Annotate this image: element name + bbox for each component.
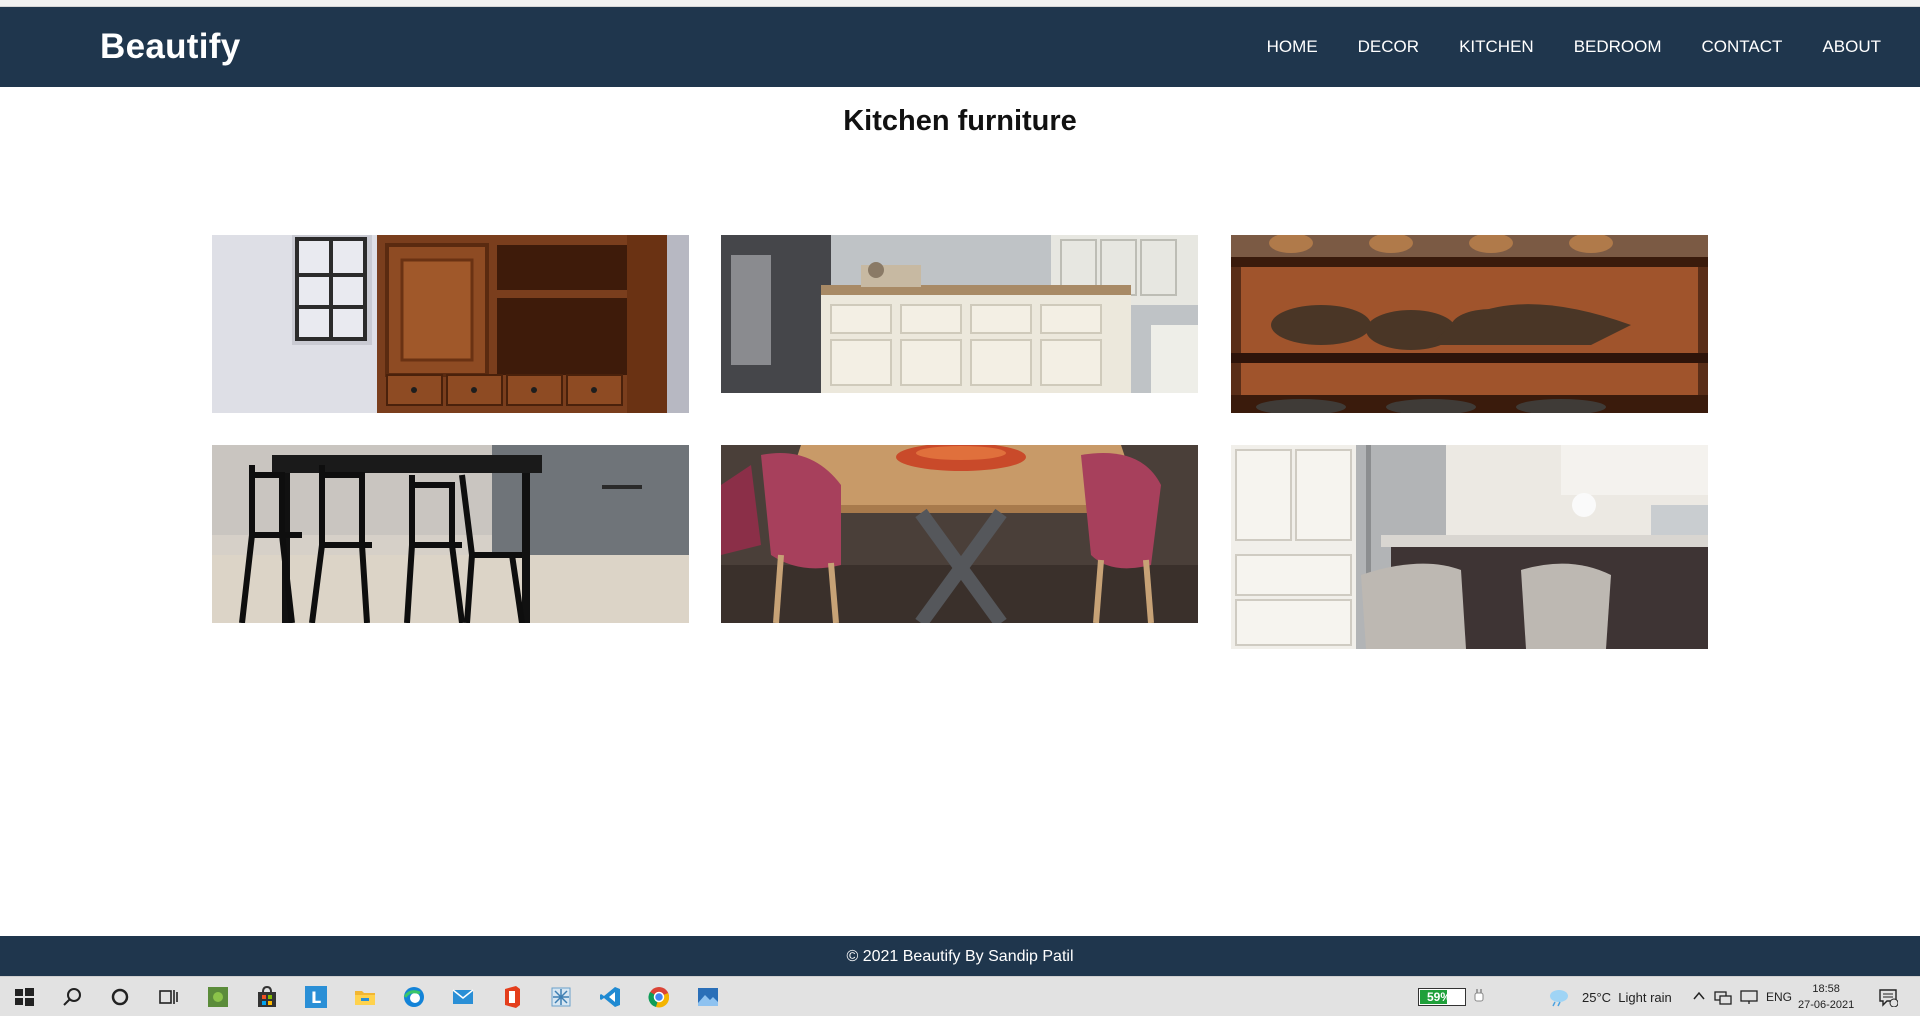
store-icon[interactable]	[255, 985, 279, 1009]
battery-percent: 59%	[1427, 990, 1452, 1004]
display-icon[interactable]	[1740, 989, 1758, 1005]
network-icon[interactable]	[1714, 989, 1732, 1005]
nav-bedroom[interactable]: BEDROOM	[1574, 37, 1662, 57]
nav-kitchen[interactable]: KITCHEN	[1459, 37, 1534, 57]
app-icon[interactable]	[206, 985, 230, 1009]
gallery-image-dining-set-black	[212, 445, 689, 623]
svg-text:L: L	[311, 988, 321, 1007]
mail-icon[interactable]	[451, 985, 475, 1009]
file-explorer-icon[interactable]	[353, 985, 377, 1009]
photos-icon[interactable]	[696, 985, 720, 1009]
gallery-image-kitchen-bar-stools	[1231, 445, 1708, 649]
footer: © 2021 Beautify By Sandip Patil	[0, 936, 1920, 976]
office-icon[interactable]	[500, 985, 524, 1009]
nav-contact[interactable]: CONTACT	[1702, 37, 1783, 57]
search-icon[interactable]	[60, 985, 84, 1009]
weather-cloud-rain-icon[interactable]	[1548, 987, 1570, 1007]
nav-about[interactable]: ABOUT	[1822, 37, 1881, 57]
brand-logo[interactable]: Beautify	[100, 27, 241, 67]
snip-icon[interactable]	[549, 985, 573, 1009]
clock-time: 18:58	[1812, 983, 1840, 995]
gallery-image-pan-rack	[1231, 235, 1708, 413]
weather-text[interactable]: 25°C Light rain	[1582, 977, 1672, 1016]
nav-decor[interactable]: DECOR	[1358, 37, 1419, 57]
gallery-image-kitchen-island	[721, 235, 1198, 393]
clock-date: 27-06-2021	[1798, 999, 1855, 1011]
page-title: Kitchen furniture	[843, 105, 1077, 137]
app-l-icon[interactable]: L	[304, 985, 328, 1009]
system-clock[interactable]: 18:58 27-06-2021	[1798, 981, 1854, 1013]
cortana-icon[interactable]	[108, 985, 132, 1009]
nav-home[interactable]: HOME	[1267, 37, 1318, 57]
vscode-icon[interactable]	[598, 985, 622, 1009]
gallery-image-dining-table-red-chairs	[721, 445, 1198, 623]
navbar: Beautify HOME DECOR KITCHEN BEDROOM CONT…	[0, 7, 1920, 87]
footer-copyright: © 2021 Beautify By Sandip Patil	[846, 948, 1074, 965]
gallery-image-cabinet	[212, 235, 689, 413]
browser-top-strip	[0, 0, 1920, 7]
taskbar: L 59% 25°C Light rain ENG 18:58 27-06-20…	[0, 976, 1920, 1016]
chevron-up-icon[interactable]	[1692, 989, 1706, 1003]
notifications-icon[interactable]	[1878, 987, 1898, 1007]
task-view-icon[interactable]	[156, 985, 180, 1009]
windows-start-icon[interactable]	[12, 985, 36, 1009]
power-plug-icon	[1474, 989, 1484, 1002]
edge-icon[interactable]	[402, 985, 426, 1009]
battery-indicator[interactable]: 59%	[1418, 988, 1466, 1006]
language-indicator[interactable]: ENG	[1766, 977, 1792, 1016]
main-nav: HOME DECOR KITCHEN BEDROOM CONTACT ABOUT	[1227, 37, 1881, 57]
chrome-icon[interactable]	[647, 985, 671, 1009]
